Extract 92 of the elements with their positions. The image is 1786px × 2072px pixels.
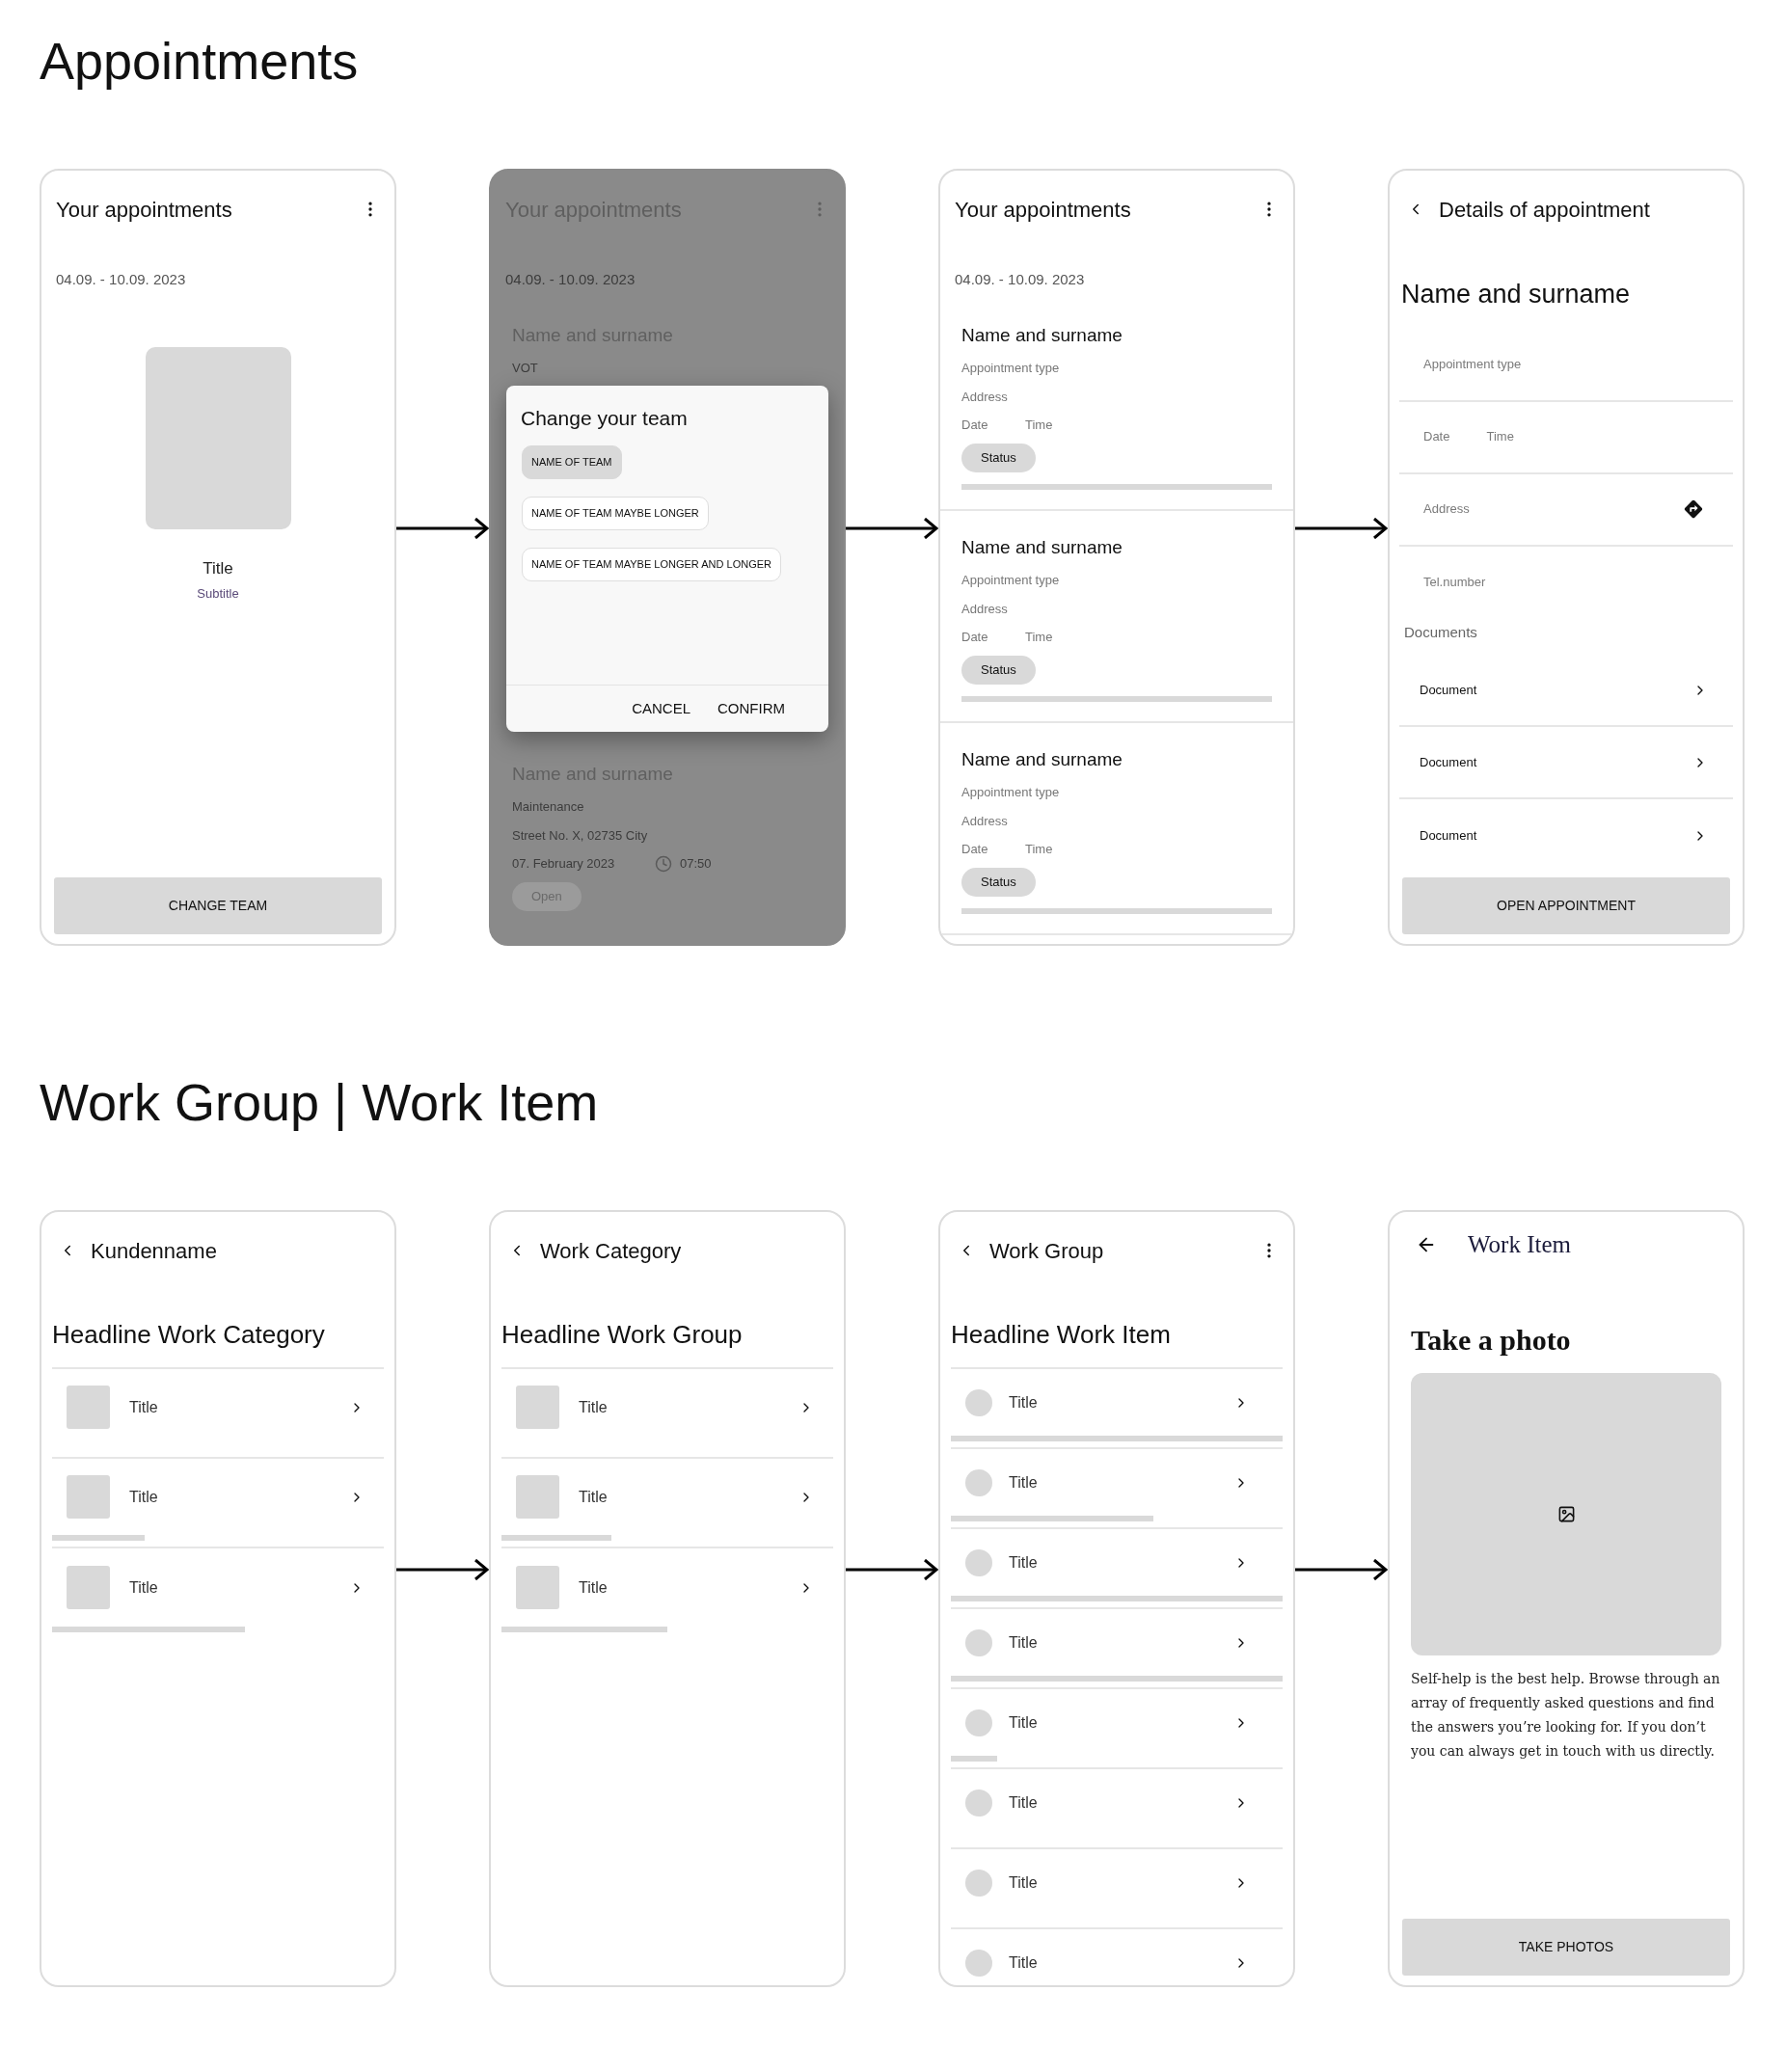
list-item[interactable]: Title xyxy=(52,1369,384,1445)
screen-title: Kundenname xyxy=(91,1237,217,1265)
screen-title: Work Category xyxy=(540,1237,682,1265)
appointment-type: Maintenance xyxy=(512,798,585,816)
appointment-name: Name and surname xyxy=(961,323,1123,347)
help-text: Self-help is the best help. Browse through an array of frequently asked questions and find the answers you’re looking for. If you don’t you can always get in touch with us directly. xyxy=(1410,1670,1721,1761)
appointment-address: Street No. X, 02735 City xyxy=(512,826,649,845)
item-thumbnail xyxy=(67,1566,110,1609)
appointment-type: VOT xyxy=(512,360,539,377)
item-avatar xyxy=(965,1388,992,1416)
item-thumbnail xyxy=(516,1475,559,1519)
date-range: 04.09. - 10.09. 2023 xyxy=(504,270,636,289)
list-item[interactable]: Title xyxy=(951,1529,1283,1596)
appointment-date: Date xyxy=(961,841,989,858)
section-title: Appointments xyxy=(40,32,360,90)
status-chip: Status xyxy=(961,655,1036,685)
list-item[interactable]: Title xyxy=(951,1689,1283,1756)
screen-title: Work Group xyxy=(989,1237,1104,1265)
appointment-type: Appointment type xyxy=(961,360,1061,377)
clock-icon xyxy=(655,854,672,873)
date-range: 04.09. - 10.09. 2023 xyxy=(55,270,187,289)
document-row[interactable]: Document xyxy=(1399,799,1733,872)
appointment-time: Time xyxy=(1025,841,1053,858)
headline: Headline Work Group xyxy=(501,1319,744,1351)
list-item[interactable]: Title xyxy=(951,1769,1283,1836)
headline: Headline Work Item xyxy=(950,1319,1172,1351)
item-avatar xyxy=(965,1789,992,1816)
item-avatar xyxy=(965,1628,992,1656)
list-item[interactable]: Title xyxy=(501,1459,833,1535)
person-name: Name and surname xyxy=(1400,279,1632,310)
appointment-time: Time xyxy=(1025,629,1053,646)
field-label: Appointment type xyxy=(1423,356,1522,374)
appointment-time: 07:50 xyxy=(680,855,712,873)
list-item[interactable]: Title xyxy=(52,1459,384,1535)
item-avatar xyxy=(965,1949,992,1977)
team-option[interactable]: NAME OF TEAM xyxy=(522,444,622,479)
headline: Take a photo xyxy=(1410,1323,1572,1358)
appointment-type: Appointment type xyxy=(961,784,1061,801)
field-label: Tel.number xyxy=(1423,574,1486,592)
list-item[interactable]: Title xyxy=(52,1548,384,1627)
appointment-date: Date xyxy=(961,629,989,646)
document-row[interactable]: Document xyxy=(1399,727,1733,799)
action-button[interactable]: TAKE PHOTOS xyxy=(1402,1919,1730,1976)
screen-title: Work Item xyxy=(1468,1230,1571,1260)
directions-icon[interactable] xyxy=(1683,498,1704,520)
headline: Headline Work Category xyxy=(51,1319,326,1351)
list-item[interactable]: Title xyxy=(501,1548,833,1627)
document-row[interactable]: Document xyxy=(1399,655,1733,727)
appointment-type: Appointment type xyxy=(961,572,1061,589)
appointment-name: Name and surname xyxy=(961,747,1123,771)
dialog-action[interactable]: CONFIRM xyxy=(717,697,785,720)
item-avatar xyxy=(965,1548,992,1576)
appointment-time: Time xyxy=(1025,417,1053,434)
item-thumbnail xyxy=(516,1566,559,1609)
list-item[interactable]: Title xyxy=(501,1369,833,1445)
list-item[interactable]: Title xyxy=(951,1369,1283,1436)
field-label: Address xyxy=(1423,500,1470,519)
item-avatar xyxy=(965,1468,992,1496)
dialog-title: Change your team xyxy=(520,406,689,431)
item-avatar xyxy=(965,1869,992,1897)
appointment-name: Name and surname xyxy=(961,535,1123,559)
status-chip: Status xyxy=(961,443,1036,472)
date-range: 04.09. - 10.09. 2023 xyxy=(954,270,1086,289)
list-item[interactable]: Title xyxy=(951,1849,1283,1916)
dialog-action[interactable]: CANCEL xyxy=(632,697,690,720)
screen-title: Your appointments xyxy=(56,196,232,224)
empty-title: Title xyxy=(203,557,233,579)
action-button[interactable]: CHANGE TEAM xyxy=(54,877,382,934)
list-item[interactable]: Title xyxy=(951,1929,1283,1985)
appointment-date: 07. February 2023 xyxy=(512,855,616,873)
item-avatar xyxy=(965,1709,992,1736)
list-item[interactable]: Title xyxy=(951,1449,1283,1516)
status-chip: Status xyxy=(961,867,1036,897)
list-item[interactable]: Title xyxy=(951,1609,1283,1676)
screen-title: Your appointments xyxy=(955,196,1131,224)
appointment-address: Address xyxy=(961,812,1009,830)
field-label: Time xyxy=(1486,428,1514,446)
section-label: Documents xyxy=(1403,622,1478,642)
team-option[interactable]: NAME OF TEAM MAYBE LONGER xyxy=(522,496,709,530)
screen-title: Details of appointment xyxy=(1439,196,1650,224)
image-icon xyxy=(1556,1505,1576,1523)
team-option[interactable]: NAME OF TEAM MAYBE LONGER AND LONGER xyxy=(522,547,781,581)
appointment-date: Date xyxy=(961,417,989,434)
section-title: Work Group | Work Item xyxy=(40,1073,600,1131)
appointment-address: Address xyxy=(961,388,1009,406)
field-label: Date xyxy=(1423,428,1450,446)
action-button[interactable]: OPEN APPOINTMENT xyxy=(1402,877,1730,934)
item-thumbnail xyxy=(67,1386,110,1429)
appointment-address: Address xyxy=(961,600,1009,618)
item-thumbnail xyxy=(67,1475,110,1519)
item-thumbnail xyxy=(516,1386,559,1429)
empty-subtitle: Subtitle xyxy=(197,585,239,603)
